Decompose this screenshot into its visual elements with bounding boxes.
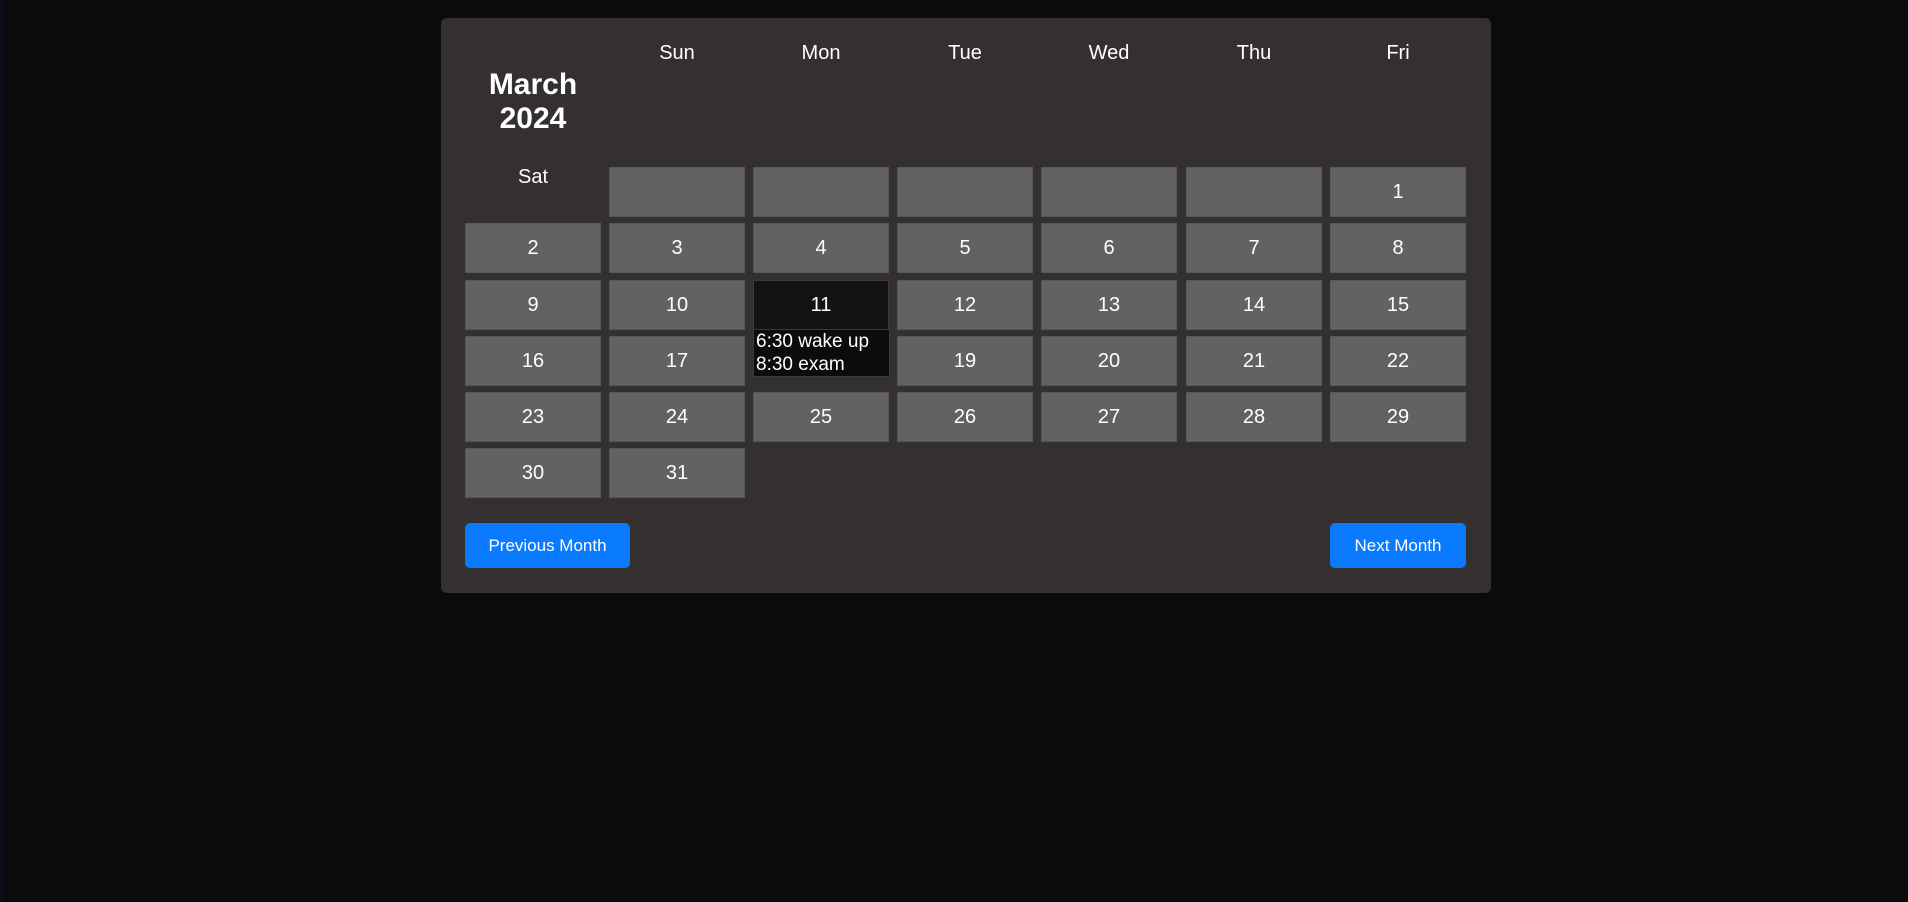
day-cell[interactable]: 25 bbox=[753, 392, 889, 442]
day-cell[interactable]: 13 bbox=[1041, 280, 1177, 330]
day-cell-empty bbox=[897, 167, 1033, 217]
day-header-sat: Sat bbox=[517, 166, 549, 188]
day-cell[interactable]: 3 bbox=[609, 223, 745, 273]
day-header-thu: Thu bbox=[1236, 42, 1272, 64]
day-cell[interactable]: 9 bbox=[465, 280, 601, 330]
day-cell-empty bbox=[1041, 167, 1177, 217]
previous-month-button[interactable]: Previous Month bbox=[465, 523, 630, 568]
day-header-mon: Mon bbox=[801, 42, 841, 64]
next-month-button[interactable]: Next Month bbox=[1330, 523, 1466, 568]
day-cell[interactable]: 29 bbox=[1330, 392, 1466, 442]
event-list: 6:30 wake up 8:30 exam bbox=[753, 329, 890, 377]
day-cell[interactable]: 16 bbox=[465, 336, 601, 386]
day-cell[interactable]: 10 bbox=[609, 280, 745, 330]
month-year-title: March 2024 bbox=[488, 68, 578, 135]
day-cell[interactable]: 27 bbox=[1041, 392, 1177, 442]
day-cell[interactable]: 21 bbox=[1186, 336, 1322, 386]
day-cell[interactable]: 26 bbox=[897, 392, 1033, 442]
event-item: 8:30 exam bbox=[756, 354, 845, 375]
day-cell[interactable]: 6 bbox=[1041, 223, 1177, 273]
day-cell[interactable]: 12 bbox=[897, 280, 1033, 330]
day-header-tue: Tue bbox=[948, 42, 982, 64]
day-cell[interactable]: 22 bbox=[1330, 336, 1466, 386]
day-cell[interactable]: 30 bbox=[465, 448, 601, 498]
day-cell[interactable]: 20 bbox=[1041, 336, 1177, 386]
day-cell[interactable]: 7 bbox=[1186, 223, 1322, 273]
day-header-wed: Wed bbox=[1088, 42, 1130, 64]
event-item: 6:30 wake up bbox=[756, 331, 870, 352]
day-cell[interactable]: 14 bbox=[1186, 280, 1322, 330]
day-cell-selected[interactable]: 11 bbox=[753, 280, 889, 330]
day-cell[interactable]: 5 bbox=[897, 223, 1033, 273]
day-cell-empty bbox=[1186, 167, 1322, 217]
day-cell[interactable]: 8 bbox=[1330, 223, 1466, 273]
day-cell-empty bbox=[753, 167, 889, 217]
day-cell[interactable]: 2 bbox=[465, 223, 601, 273]
day-cell[interactable]: 24 bbox=[609, 392, 745, 442]
day-cell[interactable]: 4 bbox=[753, 223, 889, 273]
left-window-edge bbox=[0, 0, 3, 902]
day-header-fri: Fri bbox=[1386, 42, 1410, 64]
day-cell[interactable]: 31 bbox=[609, 448, 745, 498]
day-cell[interactable]: 19 bbox=[897, 336, 1033, 386]
day-header-sun: Sun bbox=[659, 42, 695, 64]
day-cell-empty bbox=[609, 167, 745, 217]
day-cell[interactable]: 1 bbox=[1330, 167, 1466, 217]
day-cell[interactable]: 23 bbox=[465, 392, 601, 442]
day-cell[interactable]: 17 bbox=[609, 336, 745, 386]
day-cell[interactable]: 15 bbox=[1330, 280, 1466, 330]
day-cell[interactable]: 28 bbox=[1186, 392, 1322, 442]
calendar-panel: March 2024 Sun Mon Tue Wed Thu Fri Sat 1… bbox=[441, 18, 1491, 593]
